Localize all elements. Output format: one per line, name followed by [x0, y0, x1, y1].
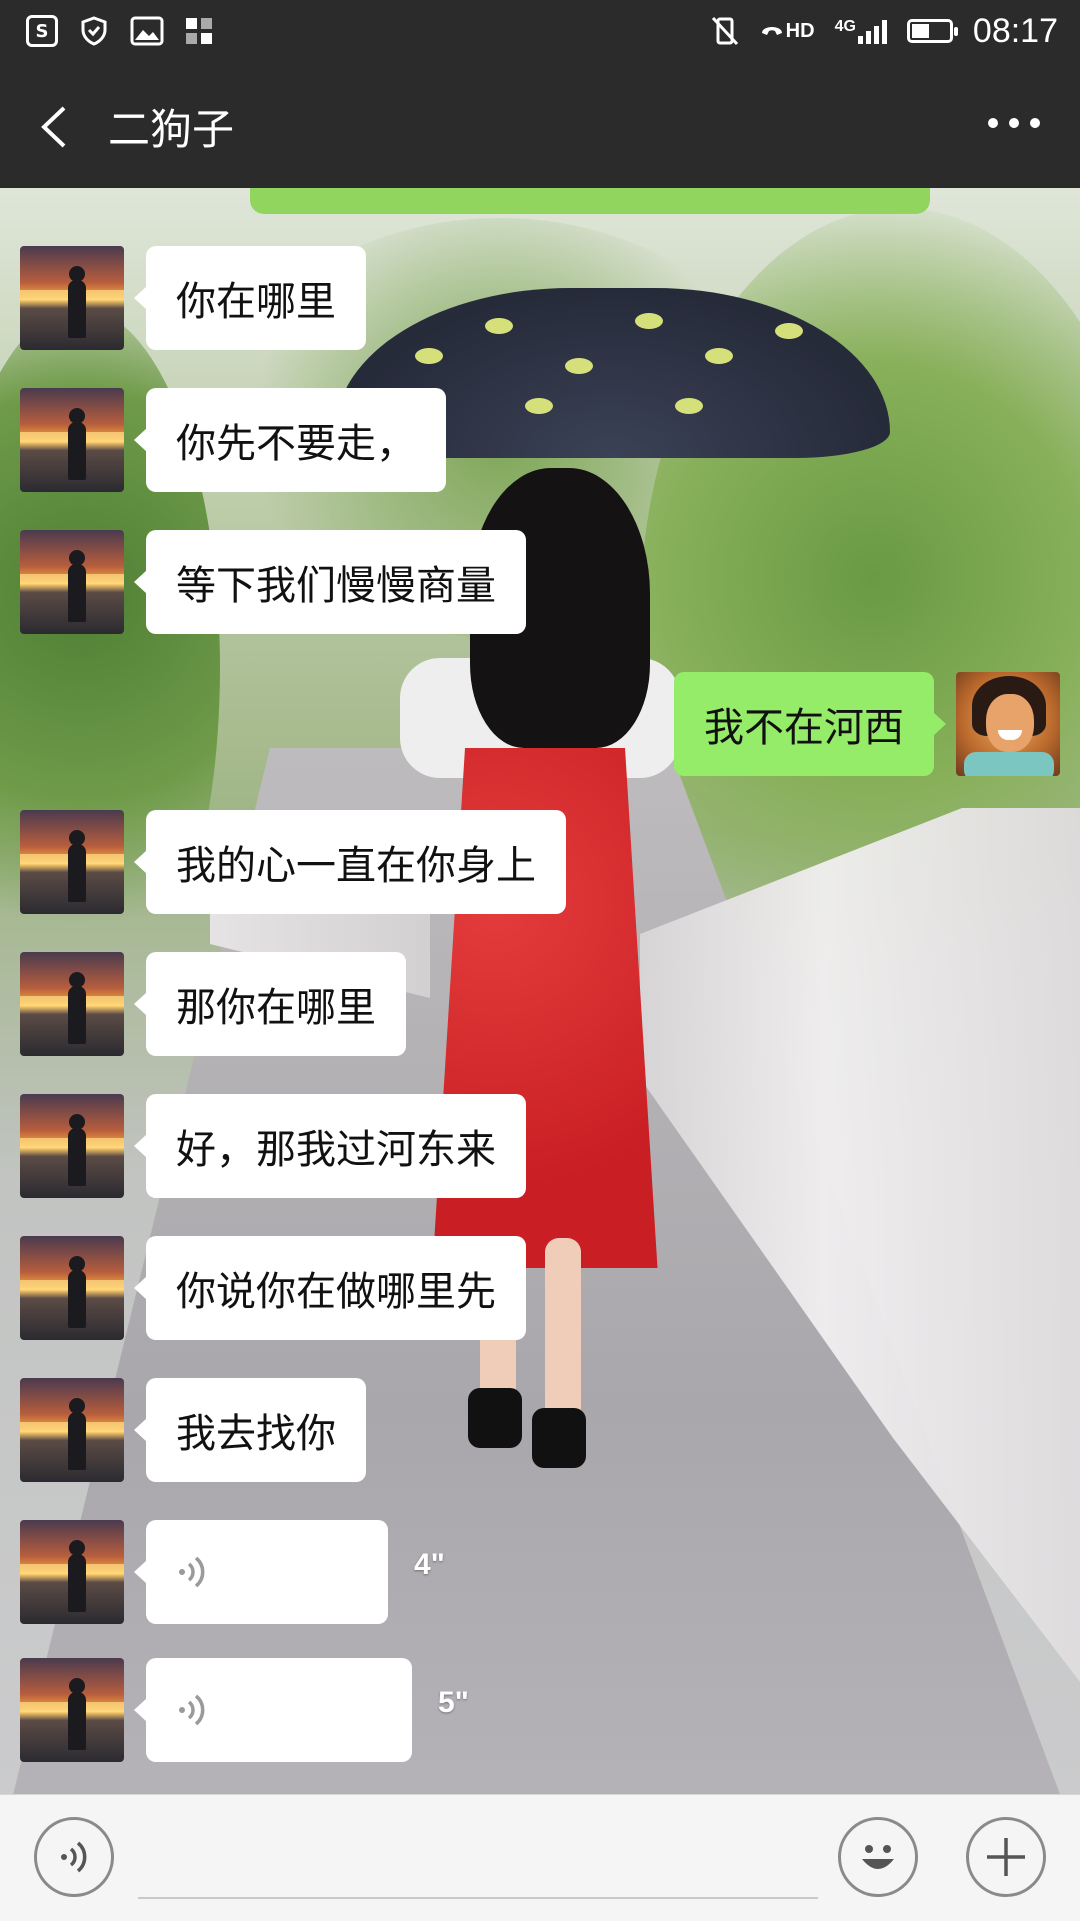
contact-avatar[interactable] [20, 952, 124, 1056]
voice-message-bubble[interactable] [134, 1658, 412, 1762]
plus-icon [987, 1838, 1025, 1876]
voice-wave-icon [179, 1694, 205, 1726]
signal-icon [857, 18, 887, 44]
message-row [20, 1520, 388, 1624]
input-bar [0, 1794, 1080, 1921]
voice-wave-icon [179, 1556, 205, 1588]
message-row: 我去找你 [20, 1378, 366, 1482]
battery-icon [906, 19, 958, 43]
vibrate-off-icon [711, 16, 738, 46]
emoji-button[interactable] [838, 1817, 918, 1897]
contact-avatar[interactable] [20, 810, 124, 914]
chat-title: 二狗子 [108, 105, 235, 154]
more-dots-icon[interactable] [988, 118, 1040, 128]
network-label: 4G [834, 18, 856, 35]
message-bubble[interactable]: 我的心一直在你身上 [134, 810, 566, 914]
message-bubble[interactable]: 我去找你 [134, 1378, 366, 1482]
chat-header: 二狗子 [0, 62, 1080, 188]
message-row: 你在哪里 [20, 246, 366, 350]
self-avatar[interactable] [956, 672, 1060, 776]
message-bubble-self[interactable]: 我不在河西 [674, 672, 946, 776]
message-bubble[interactable]: 你在哪里 [134, 246, 366, 350]
message-row-self: 我不在河西 [674, 672, 1060, 776]
previous-message-bubble-edge [250, 188, 930, 214]
apps-icon [186, 18, 212, 44]
status-time: 08:17 [972, 11, 1058, 50]
hd-call-icon: HD [760, 20, 815, 43]
message-row: 我的心一直在你身上 [20, 810, 566, 914]
voice-message-bubble[interactable] [134, 1520, 388, 1624]
message-row: 你先不要走， [20, 388, 446, 492]
message-row: 等下我们慢慢商量 [20, 530, 526, 634]
contact-avatar[interactable] [20, 530, 124, 634]
message-row [20, 1658, 412, 1762]
message-bubble[interactable]: 等下我们慢慢商量 [134, 530, 526, 634]
shield-icon [81, 16, 107, 46]
message-row: 好，那我过河东来 [20, 1094, 526, 1198]
gallery-icon [130, 16, 164, 46]
contact-avatar[interactable] [20, 246, 124, 350]
message-bubble[interactable]: 好，那我过河东来 [134, 1094, 526, 1198]
contact-avatar[interactable] [20, 388, 124, 492]
message-row: 那你在哪里 [20, 952, 406, 1056]
voice-duration: 5" [438, 1686, 469, 1719]
app-s-icon: S [26, 15, 58, 47]
voice-duration: 4" [414, 1548, 445, 1581]
plus-button[interactable] [966, 1817, 1046, 1897]
contact-avatar[interactable] [20, 1378, 124, 1482]
contact-avatar[interactable] [20, 1236, 124, 1340]
hd-label: HD [785, 19, 815, 42]
message-row: 你说你在做哪里先 [20, 1236, 526, 1340]
message-bubble[interactable]: 那你在哪里 [134, 952, 406, 1056]
emoji-icon [862, 1845, 894, 1869]
status-bar: S HD 4G 08:17 [0, 0, 1080, 62]
voice-mode-button[interactable] [34, 1817, 114, 1897]
message-bubble[interactable]: 你先不要走， [134, 388, 446, 492]
message-bubble[interactable]: 你说你在做哪里先 [134, 1236, 526, 1340]
contact-avatar[interactable] [20, 1094, 124, 1198]
message-input[interactable] [138, 1897, 818, 1899]
contact-avatar[interactable] [20, 1520, 124, 1624]
contact-avatar[interactable] [20, 1658, 124, 1762]
voice-mode-icon [61, 1841, 87, 1873]
chevron-left-icon[interactable] [32, 102, 82, 152]
